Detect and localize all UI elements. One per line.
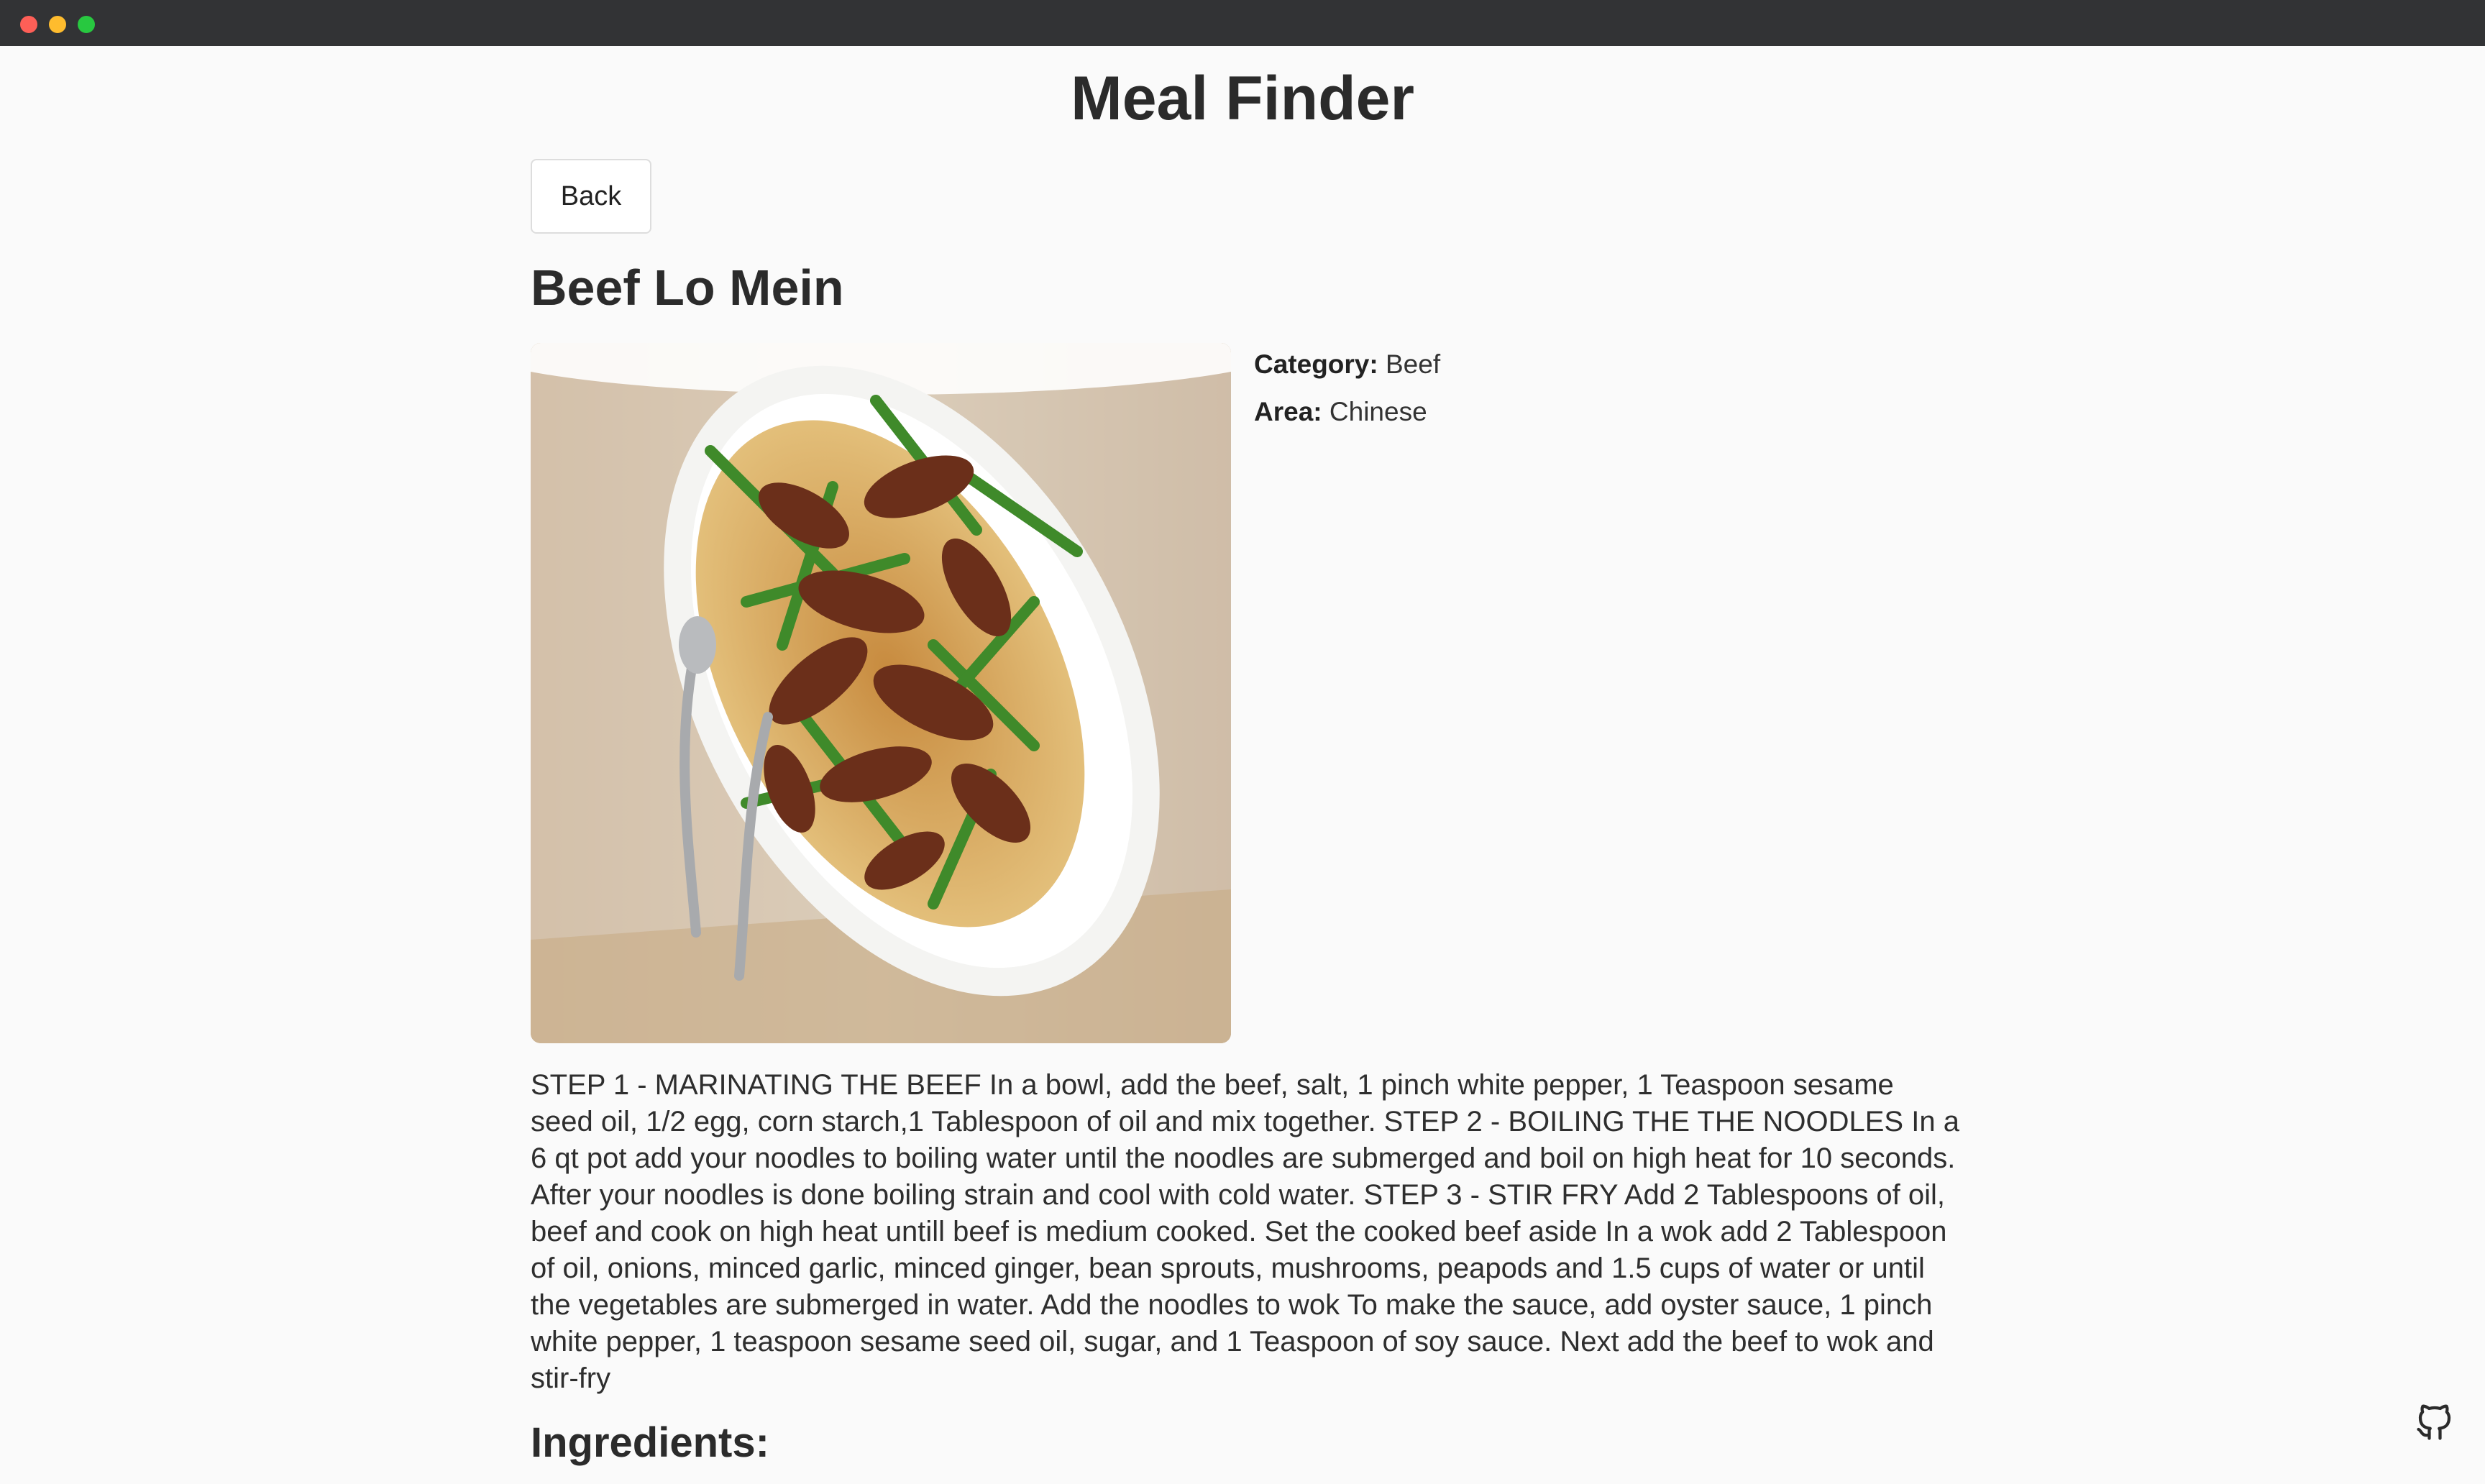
- meal-category: Category: Beef: [1254, 341, 1440, 388]
- meal-photo-illustration: [531, 343, 1231, 1043]
- category-value: Beef: [1385, 349, 1441, 379]
- back-button[interactable]: Back: [531, 159, 651, 234]
- github-icon[interactable]: [2413, 1401, 2456, 1444]
- page-content: Meal Finder Back Beef Lo Mein Category: …: [0, 46, 2485, 1484]
- window-titlebar: [0, 0, 2485, 46]
- window-minimize-button[interactable]: [49, 16, 66, 33]
- area-value: Chinese: [1329, 397, 1427, 426]
- window-close-button[interactable]: [20, 16, 37, 33]
- meal-title: Beef Lo Mein: [531, 260, 844, 316]
- ingredients-heading: Ingredients:: [531, 1419, 769, 1466]
- meal-image: [531, 343, 1231, 1043]
- meal-instructions: STEP 1 - MARINATING THE BEEF In a bowl, …: [531, 1069, 1959, 1394]
- app-title: Meal Finder: [1071, 64, 1414, 133]
- meal-area: Area: Chinese: [1254, 388, 1440, 436]
- meal-meta: Category: Beef Area: Chinese: [1254, 341, 1440, 436]
- window-maximize-button[interactable]: [78, 16, 95, 33]
- area-label: Area:: [1254, 397, 1322, 426]
- category-label: Category:: [1254, 349, 1378, 379]
